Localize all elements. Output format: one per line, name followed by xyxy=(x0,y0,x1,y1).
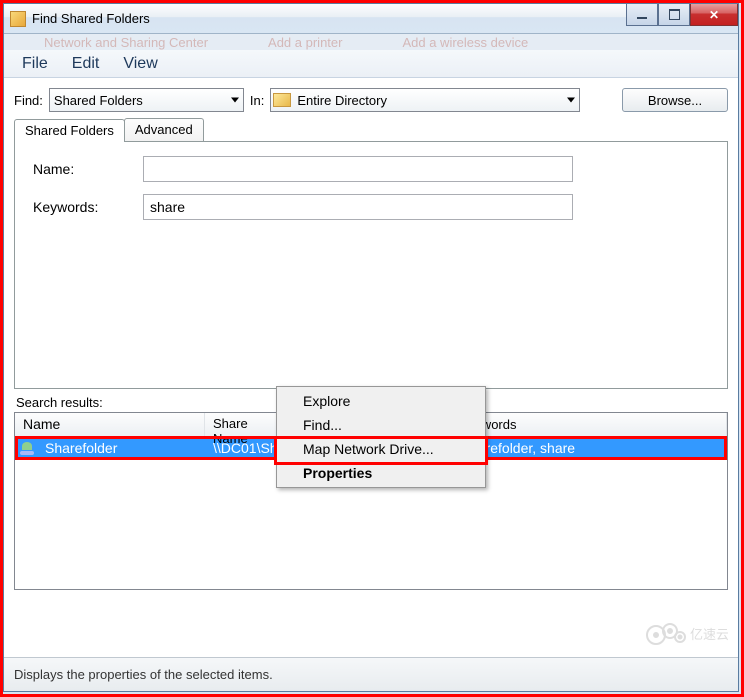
faded-toolbar: Network and Sharing Center Add a printer… xyxy=(4,34,738,50)
col-keywords[interactable]: KeyKeywords xyxy=(455,413,727,436)
share-icon xyxy=(19,441,37,455)
in-dropdown[interactable]: Entire Directory xyxy=(270,88,580,112)
app-icon xyxy=(10,11,26,27)
find-value: Shared Folders xyxy=(54,93,143,108)
menu-view[interactable]: View xyxy=(113,53,167,75)
chevron-down-icon xyxy=(567,98,575,103)
status-text: Displays the properties of the selected … xyxy=(14,667,273,682)
faded-text: Network and Sharing Center xyxy=(44,35,208,50)
find-row: Find: Shared Folders In: Entire Director… xyxy=(14,88,728,112)
name-input[interactable] xyxy=(143,156,573,182)
context-menu: Explore Find... Map Network Drive... Pro… xyxy=(276,386,486,488)
statusbar: Displays the properties of the selected … xyxy=(4,657,738,691)
menubar: File Edit View xyxy=(4,50,738,78)
menu-edit[interactable]: Edit xyxy=(62,53,110,75)
ctx-properties[interactable]: Properties xyxy=(279,461,483,485)
window-controls xyxy=(626,4,738,26)
keywords-input[interactable] xyxy=(143,194,573,220)
name-row: Name: xyxy=(33,156,709,182)
tab-panel: Name: Keywords: xyxy=(14,141,728,389)
form-area: Name: Keywords: xyxy=(33,156,709,374)
col-name[interactable]: Name xyxy=(15,413,205,436)
keywords-row: Keywords: xyxy=(33,194,709,220)
in-label: In: xyxy=(250,93,264,108)
faded-text: Add a printer xyxy=(268,35,342,50)
close-button[interactable] xyxy=(690,4,738,26)
find-dropdown[interactable]: Shared Folders xyxy=(49,88,244,112)
browse-button[interactable]: Browse... xyxy=(622,88,728,112)
window: Find Shared Folders Network and Sharing … xyxy=(3,3,739,692)
watermark: 亿速云 xyxy=(638,615,728,649)
minimize-button[interactable] xyxy=(626,4,658,26)
tab-shared-folders[interactable]: Shared Folders xyxy=(14,119,125,142)
keywords-label: Keywords: xyxy=(33,199,143,215)
cell-name: Sharefolder xyxy=(37,438,205,458)
window-title: Find Shared Folders xyxy=(32,11,150,26)
screenshot-frame: Find Shared Folders Network and Sharing … xyxy=(0,0,744,697)
in-value: Entire Directory xyxy=(297,93,387,108)
maximize-button[interactable] xyxy=(658,4,690,26)
titlebar[interactable]: Find Shared Folders xyxy=(4,4,738,34)
name-label: Name: xyxy=(33,161,143,177)
watermark-text: 亿速云 xyxy=(690,627,728,642)
ctx-find[interactable]: Find... xyxy=(279,413,483,437)
folder-icon xyxy=(273,93,291,107)
tab-strip: Shared Folders Advanced xyxy=(14,118,728,141)
tab-advanced[interactable]: Advanced xyxy=(124,118,204,141)
faded-text: Add a wireless device xyxy=(402,35,528,50)
find-label: Find: xyxy=(14,93,43,108)
menu-file[interactable]: File xyxy=(12,53,58,75)
chevron-down-icon xyxy=(231,98,239,103)
cell-keywords: sharefolder, share xyxy=(455,438,727,458)
ctx-explore[interactable]: Explore xyxy=(279,389,483,413)
ctx-map-network-drive[interactable]: Map Network Drive... xyxy=(279,437,483,461)
content-area: Find: Shared Folders In: Entire Director… xyxy=(4,78,738,412)
